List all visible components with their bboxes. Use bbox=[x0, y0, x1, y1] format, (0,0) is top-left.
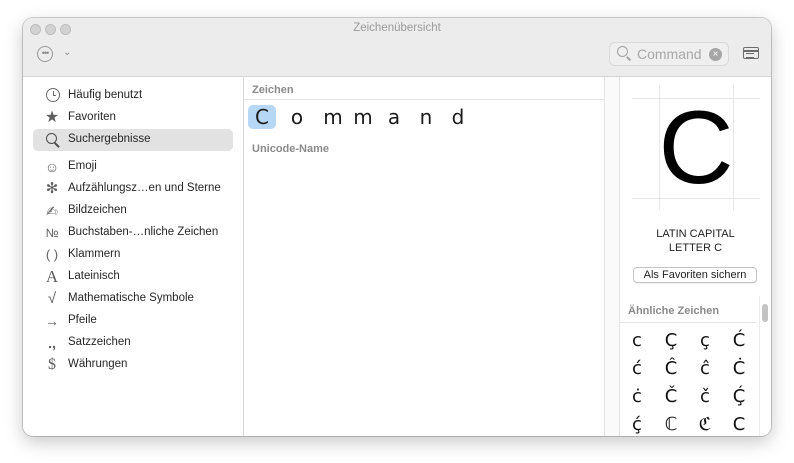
sidebar-item-pictographs[interactable]: ✍ Bildzeichen bbox=[33, 200, 233, 222]
sidebar-item-emoji[interactable]: ☺ Emoji bbox=[33, 156, 233, 178]
character-name: LATIN CAPITAL LETTER C bbox=[620, 227, 771, 255]
related-char[interactable]: Ć bbox=[722, 327, 756, 355]
sidebar-item-bullets-stars[interactable]: ✻ Aufzählungsz…en und Sterne bbox=[33, 178, 233, 200]
sidebar-item-label: Pfeile bbox=[68, 314, 97, 326]
related-char[interactable]: c bbox=[620, 327, 654, 355]
sidebar-item-arrows[interactable]: → Pfeile bbox=[33, 310, 233, 332]
header-divider bbox=[620, 322, 756, 323]
sidebar-item-label: Lateinisch bbox=[68, 270, 120, 282]
related-scroll-track bbox=[759, 296, 760, 436]
related-char[interactable]: ĉ bbox=[688, 355, 722, 383]
dollar-icon: $ bbox=[48, 356, 56, 373]
sidebar-item-label: Buchstaben-…nliche Zeichen bbox=[68, 226, 219, 238]
search-icon bbox=[46, 133, 57, 144]
sidebar-item-search-results[interactable]: Suchergebnisse bbox=[33, 129, 233, 151]
titlebar: Zeichenübersicht ••• ⌄ Command × bbox=[23, 18, 771, 77]
sidebar-item-currency[interactable]: $ Währungen bbox=[33, 354, 233, 376]
related-chars-header: Ähnliche Zeichen bbox=[628, 305, 720, 317]
related-chars-grid: c Ç ç Ć ć Ĉ ĉ Ċ ċ Č č Ḉ ḉ ℂ ℭ Ⅽ bbox=[620, 325, 756, 436]
add-to-favorites-button[interactable]: Als Favoriten sichern bbox=[633, 267, 757, 283]
related-char[interactable]: Ċ bbox=[722, 355, 756, 383]
inspector-pane: C LATIN CAPITAL LETTER C Als Favoriten s… bbox=[620, 77, 771, 436]
sidebar-item-label: Häufig benutzt bbox=[68, 89, 143, 101]
ellipsis-circle-icon[interactable]: ••• bbox=[37, 46, 53, 62]
sidebar-item-letterlike[interactable]: № Buchstaben-…nliche Zeichen bbox=[33, 222, 233, 244]
related-char[interactable]: Č bbox=[654, 383, 688, 411]
glyph-cell[interactable]: o bbox=[283, 105, 311, 129]
search-field[interactable]: Command × bbox=[609, 42, 729, 66]
chevron-down-icon[interactable]: ⌄ bbox=[63, 47, 71, 58]
glyph-cell[interactable]: m bbox=[349, 105, 377, 129]
inspector-toggle-icon[interactable] bbox=[743, 47, 759, 59]
related-char[interactable]: č bbox=[688, 383, 722, 411]
related-char[interactable]: ċ bbox=[620, 383, 654, 411]
unicode-section-header: Unicode-Name bbox=[252, 143, 330, 155]
category-sidebar: Häufig benutzt ★ Favoriten Suchergebniss… bbox=[23, 77, 244, 436]
parentheses-icon: ( ) bbox=[45, 247, 59, 262]
sidebar-item-frequently-used[interactable]: Häufig benutzt bbox=[33, 85, 233, 107]
header-divider bbox=[244, 99, 604, 100]
glyph-cell[interactable]: C bbox=[248, 105, 276, 129]
sidebar-item-latin[interactable]: A Lateinisch bbox=[33, 266, 233, 288]
clock-icon bbox=[46, 88, 60, 102]
clear-icon[interactable]: × bbox=[709, 48, 722, 61]
sidebar-item-label: Bildzeichen bbox=[68, 204, 127, 216]
star-icon: ★ bbox=[44, 109, 60, 126]
sidebar-item-label: Satzzeichen bbox=[68, 336, 131, 348]
character-name-line: LATIN CAPITAL bbox=[656, 228, 735, 240]
numero-icon: № bbox=[45, 226, 59, 240]
related-char[interactable]: Ĉ bbox=[654, 355, 688, 383]
latin-a-icon: A bbox=[45, 267, 59, 286]
related-char[interactable]: ℭ bbox=[688, 411, 722, 436]
search-input[interactable]: Command bbox=[637, 46, 702, 62]
sidebar-item-math[interactable]: √ Mathematische Symbole bbox=[33, 288, 233, 310]
sqrt-icon: √ bbox=[47, 290, 57, 307]
grid-scrollbar[interactable] bbox=[605, 77, 620, 436]
pen-icon: ✍ bbox=[46, 203, 58, 219]
glyph-preview: C bbox=[632, 85, 760, 210]
glyph-cell[interactable]: m bbox=[319, 105, 347, 129]
smiley-icon: ☺ bbox=[44, 159, 60, 175]
sidebar-item-label: Klammern bbox=[68, 248, 121, 260]
preview-glyph: C bbox=[658, 90, 734, 206]
sidebar-item-favorites[interactable]: ★ Favoriten bbox=[33, 107, 233, 129]
character-viewer-window: Zeichenübersicht ••• ⌄ Command × Häufig … bbox=[23, 18, 771, 436]
sidebar-item-brackets[interactable]: ( ) Klammern bbox=[33, 244, 233, 266]
sidebar-item-label: Mathematische Symbole bbox=[68, 292, 194, 304]
related-scrollbar-thumb[interactable] bbox=[762, 304, 768, 322]
glyph-cell[interactable]: a bbox=[380, 105, 408, 129]
related-char[interactable]: Ḉ bbox=[722, 383, 756, 411]
search-icon bbox=[617, 46, 628, 57]
sidebar-item-label: Währungen bbox=[68, 358, 128, 370]
sidebar-item-label: Suchergebnisse bbox=[68, 133, 151, 145]
sidebar-item-label: Favoriten bbox=[68, 111, 116, 123]
related-char[interactable]: ℂ bbox=[654, 411, 688, 436]
related-char[interactable]: Ç bbox=[654, 327, 688, 355]
chars-section-header: Zeichen bbox=[252, 84, 294, 96]
related-char[interactable]: ć bbox=[620, 355, 654, 383]
asterisk-icon: ✻ bbox=[45, 180, 59, 197]
related-char[interactable]: ç bbox=[688, 327, 722, 355]
window-title: Zeichenübersicht bbox=[353, 22, 441, 34]
punctuation-icon: ., bbox=[48, 335, 56, 351]
character-grid-pane: Zeichen C o m m a n d Unicode-Name bbox=[244, 77, 605, 436]
sidebar-item-label: Aufzählungsz…en und Sterne bbox=[68, 182, 221, 194]
related-char[interactable]: Ⅽ bbox=[722, 411, 756, 436]
sidebar-item-punctuation[interactable]: ., Satzzeichen bbox=[33, 332, 233, 354]
glyph-cell[interactable]: d bbox=[444, 105, 472, 129]
sidebar-item-label: Emoji bbox=[68, 160, 97, 172]
glyph-cell[interactable]: n bbox=[412, 105, 440, 129]
related-char[interactable]: ḉ bbox=[620, 411, 654, 436]
character-name-line: LETTER C bbox=[668, 242, 723, 254]
arrow-icon: → bbox=[45, 313, 59, 329]
